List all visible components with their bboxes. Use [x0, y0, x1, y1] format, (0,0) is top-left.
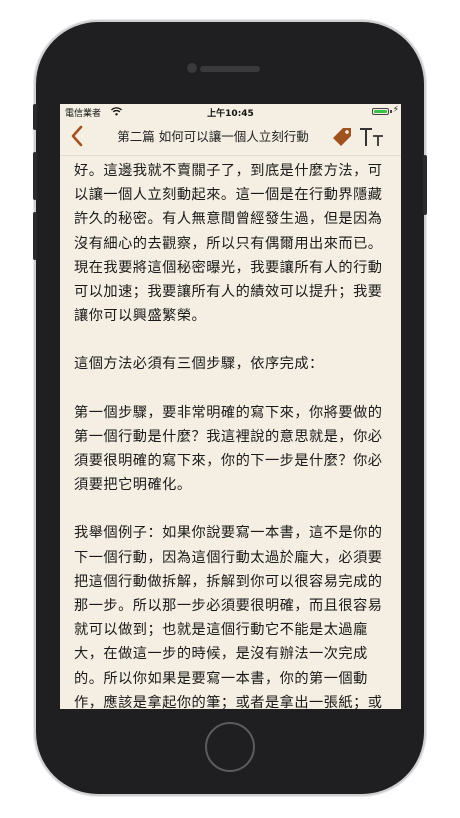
font-size-icon: [360, 128, 383, 146]
nav-bar: 第二篇 如何可以讓一個人立刻行動: [60, 120, 401, 156]
paragraph: 好。這邊我就不賣關子了，到底是什麼方法，可以讓一個人立刻動起來。這一個是在行動界…: [74, 163, 383, 325]
status-bar: 電信業者 上午10:45 ⚡: [60, 104, 401, 120]
chevron-left-icon: [71, 125, 83, 147]
earpiece-speaker: [200, 66, 260, 72]
back-button[interactable]: [66, 122, 90, 150]
paragraph: 這個方法必須有三個步驟，依序完成：: [74, 356, 324, 373]
font-size-button[interactable]: [358, 125, 386, 149]
mute-switch: [33, 104, 37, 130]
volume-up-button: [33, 152, 37, 200]
screen: 電信業者 上午10:45 ⚡ 第二篇 如何可以讓一個人立刻行動 好。這邊我就不賣…: [60, 104, 401, 709]
tag-icon: [333, 128, 351, 146]
paragraph: 我舉個例子：如果你說要寫一本書，這不是你的下一個行動，因為這個行動太過於龐大，必…: [74, 525, 383, 709]
clock: 上午10:45: [207, 109, 254, 119]
bookmark-tag-button[interactable]: [330, 125, 354, 149]
charging-icon: ⚡: [392, 105, 399, 115]
article-body: 好。這邊我就不賣關子了，到底是什麼方法，可以讓一個人立刻動起來。這一個是在行動界…: [74, 159, 390, 709]
paragraph: 第一個步驟，要非常明確的寫下來，你將要做的第一個行動是什麼？我這裡說的意思就是，…: [74, 404, 383, 494]
front-camera: [187, 63, 197, 73]
page-title: 第二篇 如何可以讓一個人立刻行動: [117, 129, 309, 144]
home-button[interactable]: [205, 722, 255, 772]
volume-down-button: [33, 212, 37, 260]
battery-icon: [372, 108, 389, 115]
power-button: [423, 155, 427, 215]
